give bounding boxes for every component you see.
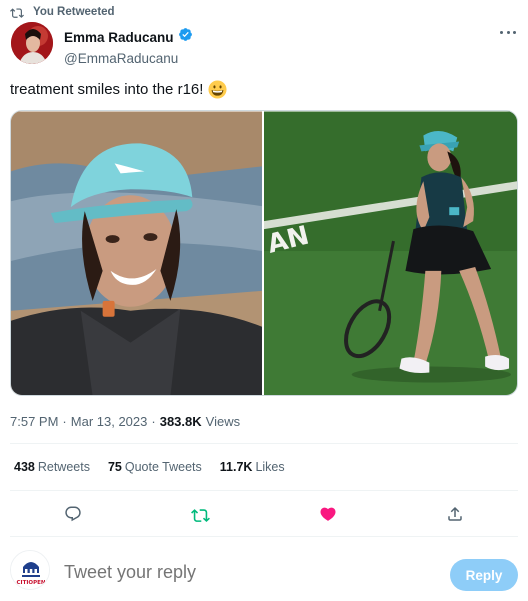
reply-composer: CITIOPEN Reply (10, 548, 518, 600)
retweets-label: Retweets (37, 460, 90, 474)
tweet-media[interactable]: AN W (10, 110, 518, 396)
meta-separator: · (62, 414, 67, 429)
retweet-icon (10, 6, 24, 18)
retweets-count: 438 (14, 460, 35, 474)
like-icon[interactable] (318, 504, 338, 524)
author-display-name[interactable]: Emma Raducanu (64, 30, 174, 45)
author-avatar[interactable] (11, 22, 53, 64)
likes-stat[interactable]: 11.7K Likes (220, 460, 285, 474)
verified-badge-icon (178, 27, 193, 47)
reply-icon[interactable] (63, 504, 83, 524)
more-options-icon[interactable] (500, 26, 516, 38)
quote-tweets-label: Quote Tweets (124, 460, 202, 474)
quote-tweets-count: 75 (107, 460, 122, 474)
retweet-banner-label: You Retweeted (33, 6, 115, 18)
tweet-time[interactable]: 7:57 PM (10, 414, 58, 429)
retweet-icon[interactable] (190, 504, 210, 524)
author-info[interactable]: Emma Raducanu @EmmaRaducanu (64, 27, 193, 66)
divider (10, 490, 518, 491)
court-photo[interactable]: AN W (264, 111, 517, 396)
divider (10, 443, 518, 444)
meta-separator: · (151, 414, 156, 429)
tweet-stats: 438 Retweets 75 Quote Tweets 11.7K Likes (14, 460, 285, 474)
views-count: 383.8K (159, 414, 202, 429)
retweet-banner[interactable]: You Retweeted (10, 5, 115, 19)
divider (10, 536, 518, 537)
reply-input[interactable] (64, 562, 424, 583)
share-icon[interactable] (445, 504, 465, 524)
tweet-body: treatment smiles into the r16! (10, 81, 204, 98)
retweets-stat[interactable]: 438 Retweets (14, 460, 90, 474)
reply-button[interactable]: Reply (450, 559, 518, 591)
likes-label: Likes (255, 460, 285, 474)
selfie-photo[interactable] (11, 111, 263, 396)
avatar-text: CITIOPEN (17, 580, 46, 586)
likes-count: 11.7K (219, 460, 253, 474)
author-handle: @EmmaRaducanu (64, 51, 179, 66)
views-label: Views (205, 414, 241, 429)
tweet-actions (10, 502, 518, 526)
quote-tweets-stat[interactable]: 75 Quote Tweets (108, 460, 202, 474)
tweet-meta: 7:57 PM · Mar 13, 2023 · 383.8K Views (10, 414, 240, 429)
grinning-face-emoji (208, 80, 227, 99)
tweet-text: treatment smiles into the r16! (10, 80, 227, 99)
my-avatar[interactable]: CITIOPEN (10, 550, 50, 590)
tweet-date[interactable]: Mar 13, 2023 (71, 414, 148, 429)
